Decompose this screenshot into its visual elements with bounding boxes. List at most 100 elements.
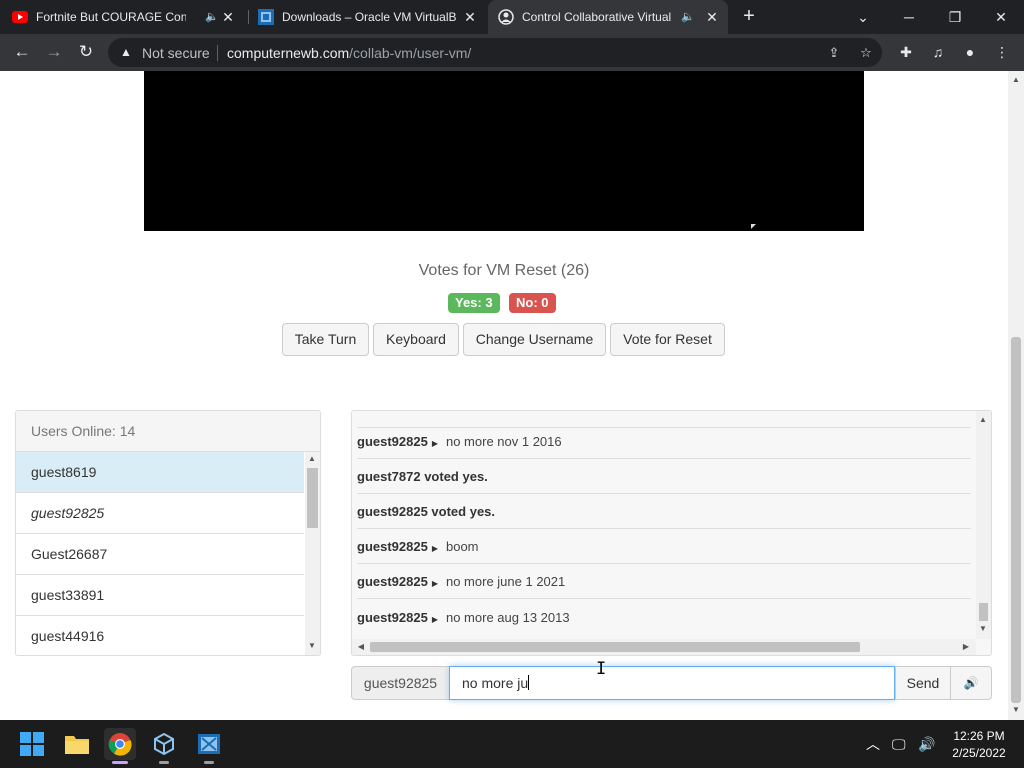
users-scroll-thumb[interactable] <box>307 468 318 528</box>
omnibox-divider <box>217 45 218 61</box>
scroll-down-arrow-icon[interactable]: ▼ <box>1009 705 1023 715</box>
chat-system-message: guest92825 voted yes. <box>357 494 971 529</box>
caret-right-icon: ▶ <box>431 439 438 448</box>
bookmark-star-icon[interactable]: ☆ <box>857 44 875 62</box>
address-bar[interactable]: ▲ Not secure computernewb.com/collab-vm/… <box>108 38 882 67</box>
chat-sound-toggle-button[interactable]: 🔊 <box>950 666 992 700</box>
page-content: Votes for VM Reset (26) Yes: 3 No: 0 Tak… <box>0 71 1008 720</box>
chrome-icon[interactable] <box>104 728 136 764</box>
tab-virtualbox-downloads[interactable]: Downloads – Oracle VM VirtualB ✕ <box>258 0 486 34</box>
tab-collabvm[interactable]: Control Collaborative Virtual 🔈 ✕ <box>488 0 728 34</box>
speaker-icon[interactable]: 🔈 <box>680 9 696 25</box>
clock-date: 2/25/2022 <box>952 746 1006 760</box>
virtualbox-app-icon[interactable] <box>148 728 180 764</box>
keyboard-button[interactable]: Keyboard <box>373 323 459 356</box>
url-text[interactable]: computernewb.com/collab-vm/user-vm/ <box>227 45 471 61</box>
virtualbox-icon <box>258 9 274 25</box>
security-label[interactable]: Not secure <box>142 45 210 61</box>
browser-tab-bar: Fortnite But COURAGE Contr 🔈 ✕ Downloads… <box>0 0 1024 34</box>
scroll-up-arrow-icon[interactable]: ▲ <box>1009 75 1023 85</box>
restore-button[interactable]: ❐ <box>932 0 978 34</box>
user-list-item[interactable]: guest33891 <box>16 575 304 616</box>
chat-username: guest92825 <box>357 610 428 625</box>
chat-vscroll-thumb[interactable] <box>979 603 988 621</box>
share-icon[interactable]: ⇪ <box>825 44 843 62</box>
menu-kebab-icon[interactable]: ⋮ <box>991 41 1013 63</box>
chat-vertical-scrollbar[interactable]: ▲ ▼ <box>976 411 991 639</box>
chat-message: guest92825 ▶ no more june 1 2021 <box>357 564 971 599</box>
new-tab-button[interactable]: + <box>738 5 760 27</box>
network-icon[interactable]: 🖵 <box>892 734 906 754</box>
windows-start-icon[interactable] <box>16 728 48 760</box>
user-list-item[interactable]: guest8619 <box>16 452 304 493</box>
browser-toolbar: ← → ↻ ▲ Not secure computernewb.com/coll… <box>0 34 1024 71</box>
take-turn-button[interactable]: Take Turn <box>282 323 369 356</box>
file-explorer-icon[interactable] <box>61 728 93 760</box>
chat-system-message: guest7872 voted yes. <box>357 459 971 494</box>
tab-divider <box>248 10 249 24</box>
chat-username: guest92825 <box>357 574 428 589</box>
url-path: /collab-vm/user-vm/ <box>349 45 472 61</box>
chevron-up-icon[interactable]: ︿ <box>866 734 880 754</box>
vm-window-icon[interactable] <box>193 728 225 764</box>
windows-taskbar: ︿ 🖵 🔊 <box>0 720 1024 768</box>
running-app-indicator <box>204 761 214 764</box>
user-list-item[interactable]: guest44916 <box>16 616 304 655</box>
speaker-icon: 🔊 <box>963 676 979 690</box>
forward-arrow-icon[interactable]: → <box>42 40 66 64</box>
tab-title: Fortnite But COURAGE Contr <box>36 10 186 24</box>
vote-for-reset-button[interactable]: Vote for Reset <box>610 323 725 356</box>
scroll-up-arrow-icon[interactable]: ▲ <box>305 454 319 464</box>
extensions-puzzle-icon[interactable]: ✚ <box>895 41 917 63</box>
scroll-left-arrow-icon[interactable]: ◀ <box>354 642 368 652</box>
chat-username-label: guest92825 <box>351 666 450 700</box>
tab-title: Downloads – Oracle VM VirtualB <box>282 10 457 24</box>
chat-input[interactable]: no more ju <box>449 666 895 700</box>
chat-horizontal-scrollbar[interactable]: ◀ ▶ <box>352 639 976 655</box>
close-window-button[interactable]: ✕ <box>978 0 1024 34</box>
page-scrollbar[interactable]: ▲ ▼ <box>1008 71 1024 720</box>
scroll-down-arrow-icon[interactable]: ▼ <box>976 624 990 634</box>
reload-icon[interactable]: ↻ <box>74 40 98 64</box>
vm-mouse-cursor-icon <box>751 224 756 229</box>
close-tab-icon[interactable]: ✕ <box>220 9 236 25</box>
vm-display[interactable] <box>144 71 864 231</box>
media-controls-icon[interactable]: ♫ <box>927 41 949 63</box>
tab-search-chevron-icon[interactable]: ⌄ <box>840 0 886 34</box>
chat-message: guest92825 ▶ no more nov 1 2016 <box>357 424 971 459</box>
scroll-up-arrow-icon[interactable]: ▲ <box>976 415 990 425</box>
chat-username: guest92825 <box>357 434 428 449</box>
warning-icon[interactable]: ▲ <box>118 44 134 60</box>
chat-panel: guest92825 ▶ no more nov 1 2016 guest7872 … <box>351 410 992 656</box>
close-tab-icon[interactable]: ✕ <box>704 9 720 25</box>
scroll-right-arrow-icon[interactable]: ▶ <box>959 642 973 652</box>
users-scrollbar[interactable]: ▲ ▼ <box>305 452 320 655</box>
chat-username: guest92825 <box>357 539 428 554</box>
chat-text: no more nov 1 2016 <box>445 434 562 449</box>
url-host: computernewb.com <box>227 45 350 61</box>
taskbar-clock[interactable]: 12:26 PM 2/25/2022 <box>948 728 1010 762</box>
volume-icon[interactable]: 🔊 <box>918 734 935 754</box>
tab-fortnite[interactable]: Fortnite But COURAGE Contr 🔈 ✕ <box>12 0 244 34</box>
close-tab-icon[interactable]: ✕ <box>462 9 478 25</box>
user-list-item-self[interactable]: guest92825 <box>16 493 304 534</box>
tab-title: Control Collaborative Virtual <box>522 10 672 24</box>
chat-message: guest92825 ▶ no more aug 13 2013 <box>357 600 971 635</box>
speaker-icon[interactable]: 🔈 <box>204 9 220 25</box>
minimize-button[interactable]: ─ <box>886 0 932 34</box>
chat-input-value: no more ju <box>462 675 529 691</box>
chat-text: no more june 1 2021 <box>445 574 566 589</box>
users-online-panel: Users Online: 14 guest8619 guest92825 Gu… <box>15 410 321 656</box>
mouse-ibeam-cursor-icon: I <box>596 659 607 679</box>
caret-right-icon: ▶ <box>431 579 438 588</box>
send-button[interactable]: Send <box>895 666 951 700</box>
chat-hscroll-thumb[interactable] <box>370 642 860 652</box>
profile-avatar-icon[interactable]: ● <box>959 41 981 63</box>
clock-time: 12:26 PM <box>953 729 1005 743</box>
scroll-down-arrow-icon[interactable]: ▼ <box>305 641 319 651</box>
user-list-item[interactable]: Guest26687 <box>16 534 304 575</box>
change-username-button[interactable]: Change Username <box>463 323 606 356</box>
back-arrow-icon[interactable]: ← <box>10 40 34 64</box>
page-scroll-thumb[interactable] <box>1011 337 1021 703</box>
vote-reset-title: Votes for VM Reset (26) <box>418 262 590 279</box>
